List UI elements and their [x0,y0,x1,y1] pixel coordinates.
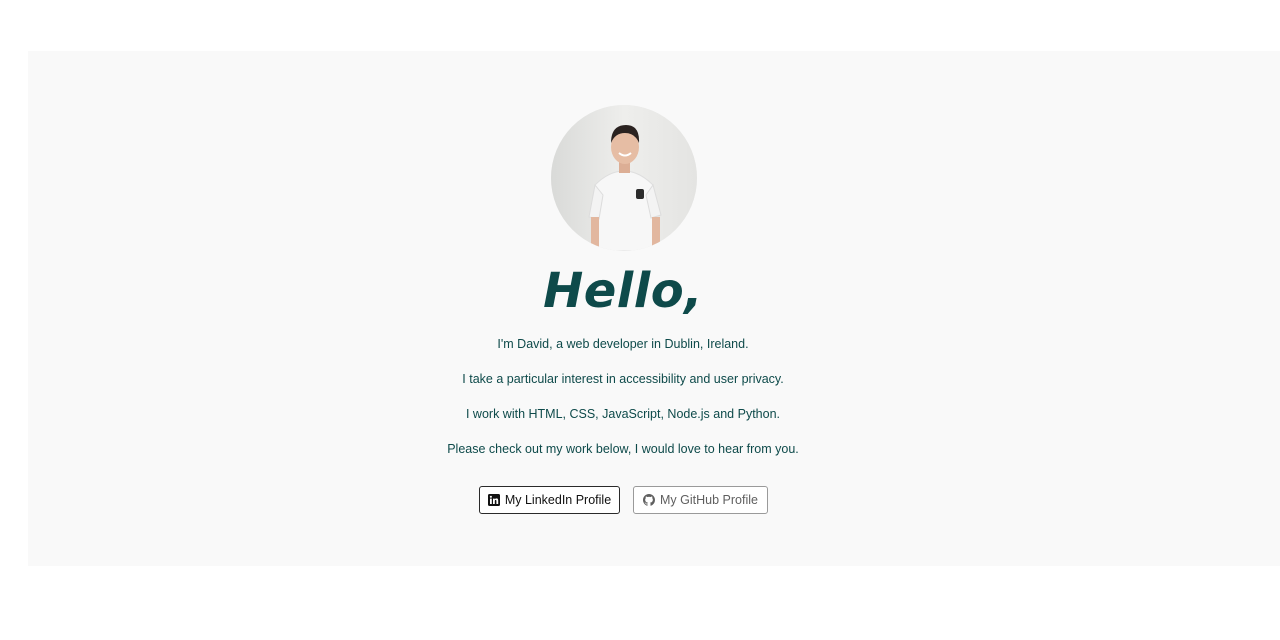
contact-text: Please check out my work below, I would … [447,442,799,456]
interest-text: I take a particular interest in accessib… [462,372,784,386]
avatar [551,105,697,251]
github-profile-button[interactable]: My GitHub Profile [633,486,768,514]
github-icon [643,494,656,506]
linkedin-button-label: My LinkedIn Profile [504,493,612,507]
page-title: Hello, [543,263,703,319]
intro-text: I'm David, a web developer in Dublin, Ir… [497,337,749,351]
github-button-label: My GitHub Profile [660,493,758,507]
avatar-photo [551,105,697,251]
linkedin-profile-button[interactable]: My LinkedIn Profile [479,486,620,514]
hero-section: Hello, I'm David, a web developer in Dub… [28,51,1280,566]
skills-text: I work with HTML, CSS, JavaScript, Node.… [465,407,780,421]
linkedin-icon [487,494,500,506]
